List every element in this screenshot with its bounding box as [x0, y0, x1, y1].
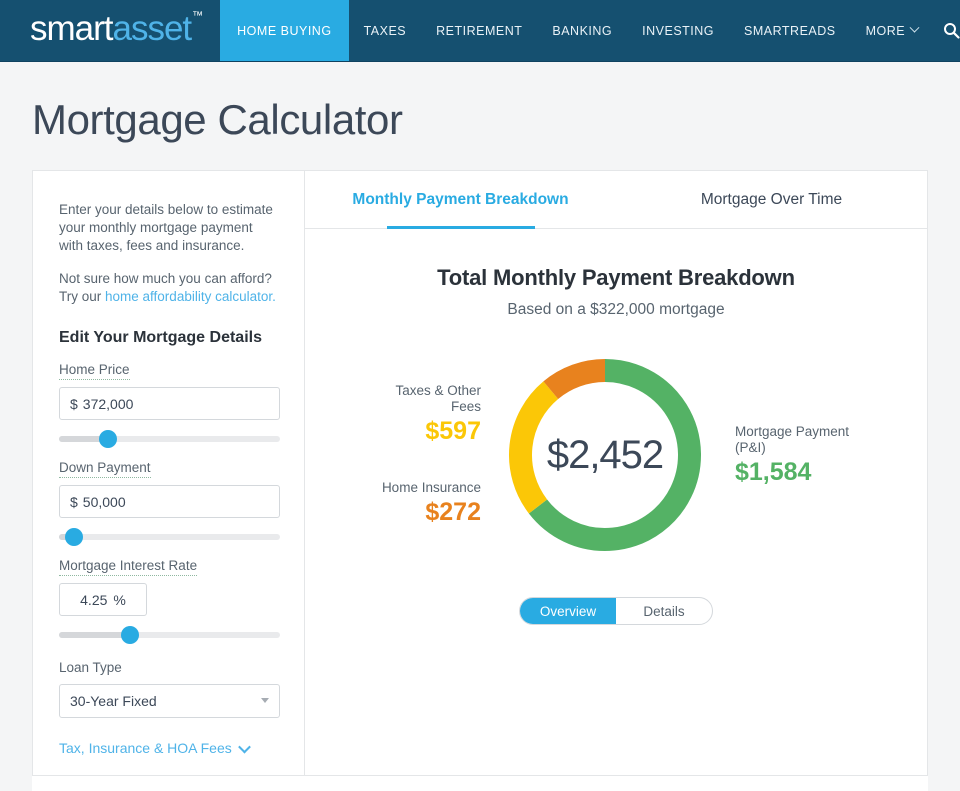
nav-item-label: HOME BUYING: [237, 23, 332, 38]
form-section-title: Edit Your Mortgage Details: [59, 329, 262, 346]
donut-chart-row: Taxes & Other Fees $597 Home Insurance $…: [305, 347, 927, 563]
legend-mortgage-payment: Mortgage Payment (P&I) $1,584: [735, 424, 863, 487]
currency-symbol: $: [70, 493, 78, 510]
card-bottom-divider: [32, 775, 928, 791]
logo-text-asset: asset: [112, 8, 193, 48]
nav-item-label: MORE: [865, 23, 906, 38]
interest-rate-label[interactable]: Mortgage Interest Rate: [59, 558, 198, 576]
affordability-paragraph: Not sure how much you can afford? Try ou…: [59, 270, 280, 306]
mortgage-details-form: Enter your details below to estimate you…: [33, 171, 305, 775]
results-pane: Monthly Payment Breakdown Mortgage Over …: [305, 171, 927, 775]
slider-fill: [59, 632, 130, 638]
toggle-overview[interactable]: Overview: [520, 598, 616, 624]
nav-item-smartreads[interactable]: SMARTREADS: [729, 0, 851, 61]
home-price-slider[interactable]: [59, 429, 280, 449]
legend-right: Mortgage Payment (P&I) $1,584: [713, 424, 863, 487]
legend-label: Home Insurance: [381, 480, 481, 495]
loan-type-select[interactable]: 30-Year Fixed: [59, 684, 280, 718]
toggle-details[interactable]: Details: [616, 598, 712, 624]
nav-item-retirement[interactable]: RETIREMENT: [421, 0, 537, 61]
chevron-down-icon: [237, 740, 251, 753]
view-toggle: Overview Details: [519, 597, 713, 625]
slider-thumb[interactable]: [98, 430, 117, 448]
home-price-input[interactable]: $ 372,000: [59, 387, 280, 420]
nav-item-home-buying[interactable]: HOME BUYING: [220, 0, 349, 61]
legend-value: $1,584: [735, 457, 812, 486]
loan-type-label: Loan Type: [59, 660, 122, 675]
interest-rate-value: 4.25: [80, 591, 108, 608]
page-title: Mortgage Calculator: [32, 96, 403, 143]
chart-subtitle: Based on a $322,000 mortgage: [507, 301, 725, 318]
nav-item-investing[interactable]: INVESTING: [627, 0, 729, 61]
loan-type-value: 30-Year Fixed: [70, 693, 157, 709]
logo-text-smart: smart: [30, 8, 113, 48]
down-payment-field: Down Payment $ 50,000: [59, 459, 280, 547]
chevron-down-icon: [261, 698, 269, 703]
tax-insurance-hoa-toggle[interactable]: Tax, Insurance & HOA Fees: [59, 740, 280, 756]
nav-item-more[interactable]: MORE: [851, 0, 934, 61]
interest-rate-field: Mortgage Interest Rate 4.25 %: [59, 557, 280, 645]
nav-item-label: RETIREMENT: [436, 23, 523, 38]
currency-symbol: $: [70, 395, 78, 412]
tax-insurance-hoa-label: Tax, Insurance & HOA Fees: [59, 740, 232, 756]
legend-value: $597: [425, 417, 481, 445]
interest-rate-slider[interactable]: [59, 625, 280, 645]
view-toggle-row: Overview Details: [305, 597, 927, 625]
smartasset-logo[interactable]: smart asset ™: [0, 0, 220, 59]
donut-center-total: $2,452: [546, 432, 664, 477]
home-price-label[interactable]: Home Price: [59, 362, 130, 380]
tab-monthly-payment-breakdown[interactable]: Monthly Payment Breakdown: [305, 171, 616, 228]
nav-item-label: INVESTING: [642, 23, 715, 38]
tab-label: Monthly Payment Breakdown: [352, 190, 569, 208]
percent-symbol: %: [113, 591, 126, 608]
nav-item-banking[interactable]: BANKING: [537, 0, 627, 61]
slider-thumb[interactable]: [65, 528, 84, 546]
legend-value: $272: [425, 498, 481, 526]
chevron-down-icon: [909, 22, 920, 33]
tab-label: Mortgage Over Time: [700, 190, 843, 208]
legend-home-insurance: Home Insurance $272: [369, 480, 481, 527]
home-price-field: Home Price $ 372,000: [59, 361, 280, 449]
nav-item-label: TAXES: [363, 23, 407, 38]
down-payment-value: 50,000: [82, 493, 126, 510]
tab-mortgage-over-time[interactable]: Mortgage Over Time: [616, 171, 927, 228]
loan-type-field: Loan Type 30-Year Fixed: [59, 659, 280, 718]
down-payment-slider[interactable]: [59, 527, 280, 547]
legend-taxes-other-fees: Taxes & Other Fees $597: [369, 383, 481, 446]
nav-item-label: SMARTREADS: [744, 23, 836, 38]
down-payment-input[interactable]: $ 50,000: [59, 485, 280, 518]
results-tabs: Monthly Payment Breakdown Mortgage Over …: [305, 171, 927, 229]
intro-paragraph: Enter your details below to estimate you…: [59, 202, 273, 253]
nav-item-label: BANKING: [552, 23, 613, 38]
nav-items: HOME BUYING TAXES RETIREMENT BANKING INV…: [220, 0, 960, 61]
logo-trademark: ™: [192, 9, 204, 22]
top-navigation-bar: smart asset ™ HOME BUYING TAXES RETIREMENT…: [0, 0, 960, 62]
chart-title: Total Monthly Payment Breakdown: [437, 265, 795, 290]
home-affordability-calculator-link[interactable]: home affordability calculator.: [105, 289, 276, 304]
search-icon: [944, 23, 960, 39]
down-payment-label[interactable]: Down Payment: [59, 460, 151, 478]
breakdown-chart-panel: Total Monthly Payment Breakdown Based on…: [305, 229, 927, 775]
legend-label: Mortgage Payment (P&I): [735, 423, 850, 455]
legend-label: Taxes & Other Fees: [395, 383, 481, 414]
search-button[interactable]: [933, 0, 960, 61]
toggle-label: Details: [643, 603, 685, 619]
calculator-card: Enter your details below to estimate you…: [32, 170, 928, 775]
nav-item-taxes[interactable]: TAXES: [349, 0, 422, 61]
donut-chart: $2,452: [497, 347, 713, 563]
legend-left: Taxes & Other Fees $597 Home Insurance $…: [369, 383, 497, 527]
toggle-label: Overview: [539, 603, 597, 619]
home-price-value: 372,000: [82, 395, 134, 412]
slider-thumb[interactable]: [120, 626, 139, 644]
loan-type-select-wrapper: 30-Year Fixed: [59, 684, 280, 718]
interest-rate-input[interactable]: 4.25 %: [59, 583, 147, 616]
slider-track: [59, 534, 280, 540]
